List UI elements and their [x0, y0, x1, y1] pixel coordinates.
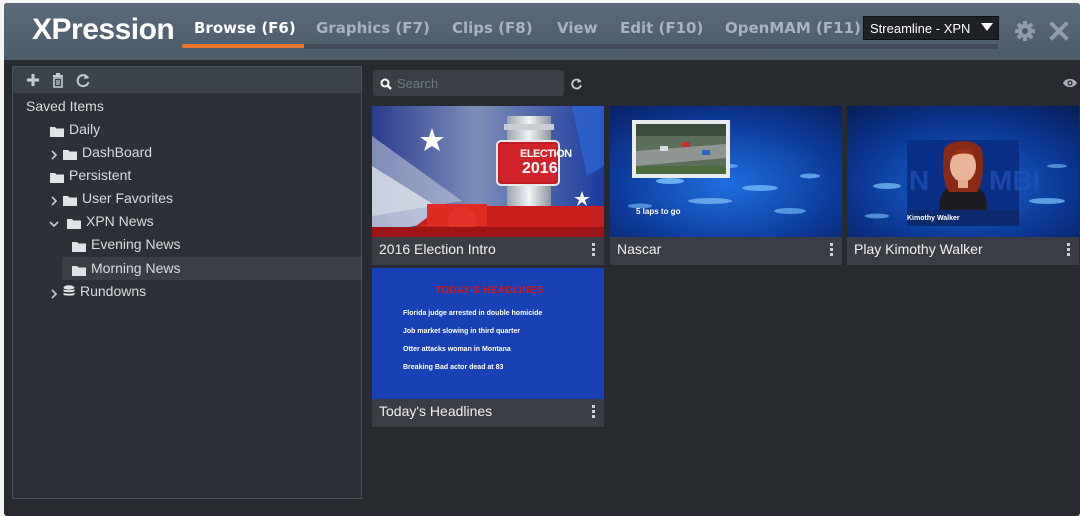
- tree-item-label: Morning News: [91, 260, 181, 276]
- header-bar: XPression Browse (F6) Graphics (F7) Clip…: [4, 3, 1080, 60]
- more-options-icon[interactable]: [592, 405, 596, 419]
- folder-icon: [50, 124, 64, 137]
- close-icon[interactable]: [1048, 20, 1070, 42]
- app-window: XPression Browse (F6) Graphics (F7) Clip…: [4, 3, 1080, 516]
- trash-icon[interactable]: [50, 72, 66, 88]
- tree-item-label: Persistent: [69, 167, 132, 183]
- folder-icon: [63, 193, 77, 206]
- refresh-icon[interactable]: [75, 72, 91, 88]
- tree-item-daily[interactable]: Daily: [13, 118, 361, 141]
- tree-root-saved-items[interactable]: Saved Items: [13, 95, 361, 118]
- tree-item-label: User Favorites: [82, 190, 174, 206]
- card-title: Today's Headlines: [379, 403, 493, 419]
- plus-icon[interactable]: [25, 72, 41, 88]
- chevron-right-icon[interactable]: [49, 147, 59, 160]
- tree-item-dashboard[interactable]: DashBoard: [13, 141, 361, 164]
- folder-icon: [63, 147, 77, 160]
- card-title: 2016 Election Intro: [379, 241, 496, 257]
- tree-item-user-favorites[interactable]: User Favorites: [13, 187, 361, 210]
- tree-item-evening-news[interactable]: Evening News: [13, 233, 361, 256]
- gear-icon[interactable]: [1014, 20, 1036, 42]
- thumbnail: ELECTION 2016: [372, 106, 604, 237]
- graphic-card[interactable]: ELECTION 2016 2016 Election Intro: [372, 106, 604, 265]
- tree-item-label: DashBoard: [82, 144, 153, 160]
- search-icon: [380, 77, 392, 90]
- thumbnail-text: Otter attacks woman in Montana: [403, 346, 511, 353]
- folder-icon: [50, 170, 64, 183]
- card-title: Play Kimothy Walker: [854, 241, 983, 257]
- search-field[interactable]: [373, 70, 564, 96]
- tree-item-label: XPN News: [86, 213, 154, 229]
- refresh-icon[interactable]: [570, 77, 583, 90]
- thumbnail: 5 laps to go: [610, 106, 842, 237]
- app-logo: XPression: [32, 13, 175, 46]
- graphic-card[interactable]: TODAY'S HEADLINES Florida judge arrested…: [372, 268, 604, 427]
- tree-item-persistent[interactable]: Persistent: [13, 164, 361, 187]
- chevron-right-icon[interactable]: [49, 193, 59, 206]
- tree-toolbar: [13, 67, 361, 93]
- active-tab-indicator: [182, 44, 308, 48]
- svg-text:N: N: [909, 165, 929, 196]
- more-options-icon[interactable]: [1067, 243, 1071, 257]
- thumbnail-text: 5 laps to go: [636, 207, 681, 216]
- thumbnail-text: TODAY'S HEADLINES: [435, 285, 544, 296]
- thumbnail-text: ELECTION: [520, 148, 572, 160]
- thumbnail-text: Florida judge arrested in double homicid…: [403, 310, 543, 317]
- eye-icon[interactable]: [1062, 76, 1078, 88]
- tree-item-label: Daily: [69, 121, 101, 137]
- saved-items-panel: Saved Items Daily DashBoard Persistent U…: [12, 66, 362, 499]
- thumbnail: MBI N Kimothy Walker: [847, 106, 1079, 237]
- thumbnail-text: Breaking Bad actor dead at 83: [403, 364, 504, 371]
- chevron-down-icon[interactable]: [49, 216, 59, 228]
- tree-item-xpn-news[interactable]: XPN News: [13, 210, 361, 233]
- more-options-icon[interactable]: [830, 243, 834, 257]
- workspace-select-value: Streamline - XPN: [870, 21, 971, 36]
- folder-icon: [72, 239, 86, 252]
- thumbnail: TODAY'S HEADLINES Florida judge arrested…: [372, 268, 604, 399]
- card-title: Nascar: [617, 241, 662, 257]
- tree-item-morning-news[interactable]: Morning News: [62, 257, 361, 280]
- workspace-select[interactable]: Streamline - XPN: [863, 16, 999, 40]
- tabs-divider: [304, 44, 998, 49]
- database-icon: [63, 285, 75, 298]
- graphic-card[interactable]: 5 laps to go Nascar: [610, 106, 842, 265]
- search-input[interactable]: [397, 70, 557, 96]
- thumbnail-text: Job market slowing in third quarter: [403, 328, 521, 335]
- thumbnail-text: 2016: [522, 160, 558, 177]
- tree-item-rundowns[interactable]: Rundowns: [13, 280, 361, 303]
- chevron-down-icon: [981, 23, 993, 31]
- tree-root-label: Saved Items: [26, 98, 104, 114]
- graphic-card[interactable]: MBI N Kimothy Walker Play Kimothy Walker: [847, 106, 1079, 265]
- tree-item-label: Evening News: [91, 236, 181, 252]
- more-options-icon[interactable]: [592, 243, 596, 257]
- folder-icon: [72, 263, 86, 276]
- folder-icon: [67, 216, 81, 229]
- chevron-right-icon[interactable]: [49, 286, 59, 299]
- tree-item-label: Rundowns: [80, 283, 147, 299]
- svg-text:MBI: MBI: [989, 165, 1040, 196]
- thumbnail-text: Kimothy Walker: [907, 215, 960, 222]
